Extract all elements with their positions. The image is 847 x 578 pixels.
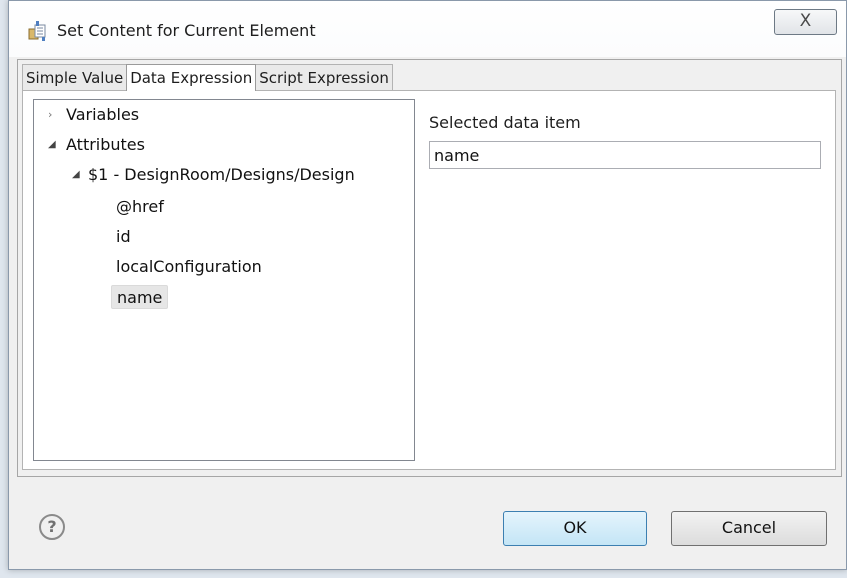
tree-node-label: $1 - DesignRoom/Designs/Design xyxy=(88,165,355,184)
tab-strip: Simple Value Data Expression Script Expr… xyxy=(22,64,393,92)
close-icon: X xyxy=(799,11,812,31)
cancel-button[interactable]: Cancel xyxy=(671,511,827,546)
selected-data-item-field[interactable] xyxy=(429,141,821,169)
content-area: Simple Value Data Expression Script Expr… xyxy=(17,59,842,477)
tree-node-label: Variables xyxy=(66,105,140,124)
dialog-window: Set Content for Current Element X Simple… xyxy=(8,0,847,570)
selected-data-item-label: Selected data item xyxy=(429,113,581,132)
chevron-right-icon[interactable]: › xyxy=(48,103,52,127)
tree-node-href[interactable]: @href xyxy=(116,195,164,219)
tree-node-localconfiguration[interactable]: localConfiguration xyxy=(116,255,262,279)
data-expression-panel: › Variables ◢ Attributes ◢ $1 - DesignRo… xyxy=(22,90,836,470)
tree-node-id[interactable]: id xyxy=(116,225,131,249)
tab-script-expression[interactable]: Script Expression xyxy=(255,64,393,91)
expanded-triangle-icon[interactable]: ◢ xyxy=(72,163,80,187)
tab-simple-value[interactable]: Simple Value xyxy=(22,64,128,91)
close-button[interactable]: X xyxy=(774,9,837,35)
dialog-title: Set Content for Current Element xyxy=(57,21,316,40)
tree-node-label: Attributes xyxy=(66,135,145,154)
help-icon[interactable]: ? xyxy=(39,514,65,540)
element-content-icon xyxy=(27,20,49,42)
tab-data-expression[interactable]: Data Expression xyxy=(126,64,257,91)
expanded-triangle-icon[interactable]: ◢ xyxy=(48,133,56,157)
ok-button[interactable]: OK xyxy=(503,511,647,546)
data-tree[interactable]: › Variables ◢ Attributes ◢ $1 - DesignRo… xyxy=(33,99,415,461)
tree-node-name-selected[interactable]: name xyxy=(111,285,169,309)
title-bar[interactable]: Set Content for Current Element X xyxy=(9,1,846,57)
